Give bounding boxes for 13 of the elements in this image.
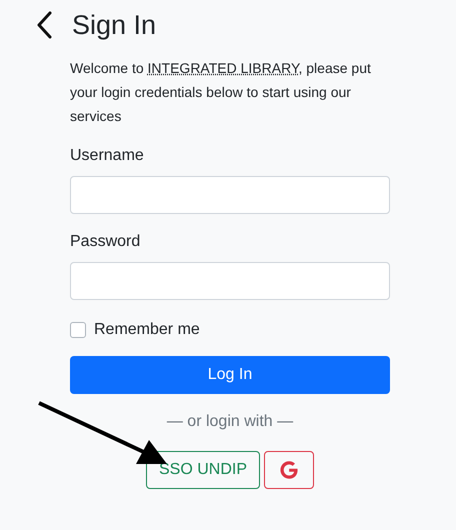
input-field[interactable] bbox=[70, 262, 390, 300]
google-button[interactable] bbox=[264, 451, 314, 489]
field-label: Username bbox=[70, 146, 145, 166]
input-field[interactable] bbox=[70, 176, 390, 214]
login-button[interactable]: Log In bbox=[70, 356, 390, 394]
field-label: Password bbox=[70, 232, 142, 252]
welcome-text: Welcome to INTEGRATED LIBRARY, please put your login credentials below to start using our services bbox=[70, 59, 372, 126]
page-title: Sign In bbox=[72, 9, 156, 42]
divider-text: — or login with — bbox=[166, 412, 294, 432]
google-icon bbox=[280, 461, 298, 479]
checkbox[interactable] bbox=[70, 322, 86, 338]
checkbox-label: Remember me bbox=[94, 320, 200, 340]
back-icon[interactable] bbox=[36, 11, 52, 39]
